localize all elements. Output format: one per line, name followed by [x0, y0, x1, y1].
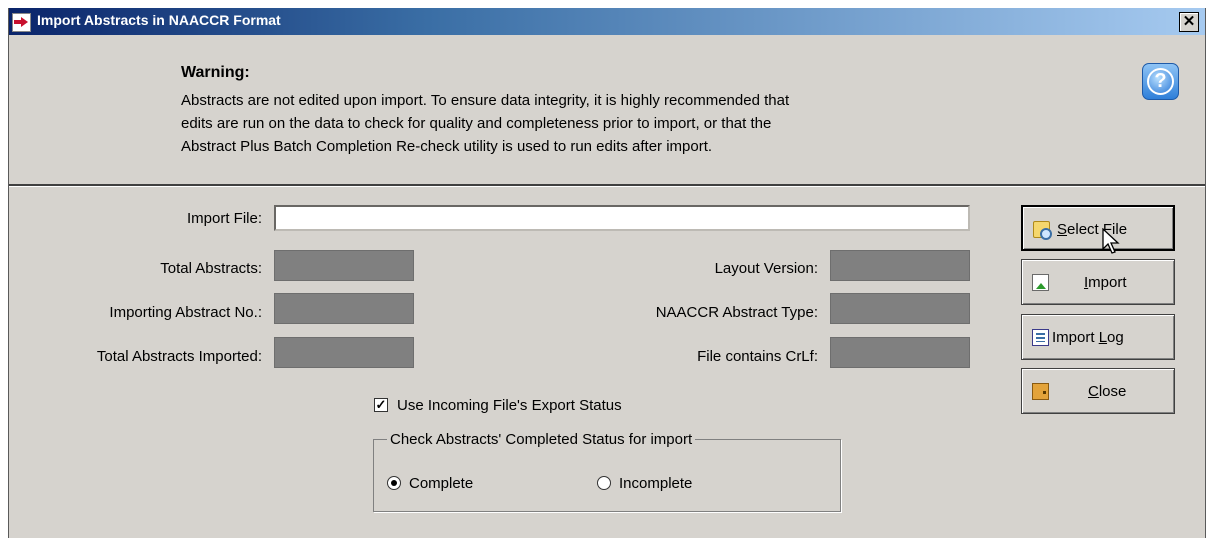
completed-status-legend: Check Abstracts' Completed Status for im… [387, 431, 696, 448]
abstract-type-value [830, 293, 970, 324]
title-bar[interactable]: Import Abstracts in NAACCR Format ✕ [9, 8, 1205, 35]
import-log-button[interactable]: Import Log [1021, 314, 1175, 360]
complete-radio-label: Complete [409, 475, 474, 492]
warning-title: Warning: [181, 64, 250, 81]
total-imported-label: Total Abstracts Imported: [96, 348, 262, 365]
layout-version-label: Layout Version: [714, 260, 818, 277]
close-label: Close [1088, 383, 1127, 400]
export-status-label: Use Incoming File's Export Status [397, 397, 622, 414]
door-exit-icon [1032, 383, 1049, 400]
mouse-pointer-icon [1102, 228, 1120, 254]
close-button[interactable]: Close [1021, 368, 1175, 414]
layout-version-value [830, 250, 970, 281]
folder-search-icon [1033, 221, 1052, 240]
import-arrow-icon [12, 13, 31, 32]
total-abstracts-label: Total Abstracts: [160, 260, 262, 277]
window-title: Import Abstracts in NAACCR Format [37, 12, 281, 28]
abstract-type-label: NAACCR Abstract Type: [655, 304, 818, 321]
complete-radio[interactable] [387, 476, 401, 490]
import-dialog-window: Import Abstracts in NAACCR Format ✕ Warn… [8, 8, 1206, 538]
crlf-value [830, 337, 970, 368]
import-file-label: Import File: [186, 210, 262, 227]
crlf-label: File contains CrLf: [697, 348, 818, 365]
warning-text-line: Abstracts are not edited upon import. To… [181, 92, 790, 109]
close-window-button[interactable]: ✕ [1179, 12, 1199, 32]
help-question-icon: ? [1147, 68, 1174, 95]
warning-text-line: Abstract Plus Batch Completion Re-check … [181, 138, 713, 155]
document-import-icon [1032, 274, 1049, 291]
import-log-label: Import Log [1052, 329, 1124, 346]
import-label: Import [1084, 274, 1127, 291]
export-status-checkbox[interactable]: ✓ [374, 398, 388, 412]
importing-abstract-value [274, 293, 414, 324]
incomplete-radio-label: Incomplete [619, 475, 693, 492]
incomplete-radio[interactable] [597, 476, 611, 490]
import-button[interactable]: Import [1021, 259, 1175, 305]
warning-text-line: edits are run on the data to check for q… [181, 115, 772, 132]
total-imported-value [274, 337, 414, 368]
section-divider [9, 184, 1205, 187]
help-button[interactable]: ? [1142, 63, 1179, 100]
select-file-button[interactable]: Select File [1021, 205, 1175, 251]
import-file-input[interactable] [274, 205, 970, 231]
total-abstracts-value [274, 250, 414, 281]
log-document-icon [1032, 329, 1049, 346]
importing-abstract-label: Importing Abstract No.: [109, 304, 262, 321]
